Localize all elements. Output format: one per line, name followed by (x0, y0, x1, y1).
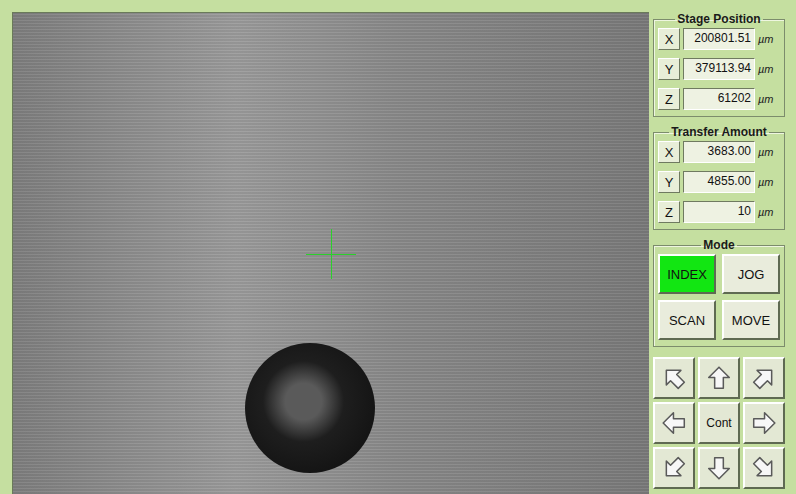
axis-row: Z 61202 µm (658, 88, 780, 110)
axis-value-field[interactable]: 200801.51 (683, 28, 755, 50)
mode-button[interactable]: SCAN (658, 300, 716, 340)
axis-value-field[interactable]: 4855.00 (683, 171, 755, 193)
mode-button[interactable]: INDEX (658, 254, 716, 294)
axis-group: Transfer Amount X 3683.00 µmY 4855.00 µm… (653, 125, 785, 230)
continuous-button[interactable]: Cont (698, 402, 740, 444)
axis-row: Z 10 µm (658, 201, 780, 223)
mode-buttons: INDEXJOGSCANMOVE (658, 254, 780, 340)
jog-up-right-button[interactable] (743, 357, 785, 399)
group-title: Mode (701, 238, 736, 252)
mode-button[interactable]: MOVE (722, 300, 780, 340)
camera-view[interactable] (12, 12, 649, 494)
group-title: Transfer Amount (669, 125, 769, 139)
mode-group: Mode INDEXJOGSCANMOVE (653, 238, 785, 347)
unit-label: µm (758, 93, 780, 105)
axis-value-field[interactable]: 3683.00 (683, 141, 755, 163)
axis-value-field[interactable]: 61202 (683, 88, 755, 110)
unit-label: µm (758, 63, 780, 75)
axis-row: X 200801.51 µm (658, 28, 780, 50)
fiducial-hole (245, 343, 375, 473)
axis-value-field[interactable]: 10 (683, 201, 755, 223)
jog-right-button[interactable] (743, 402, 785, 444)
axis-row: Y 4855.00 µm (658, 171, 780, 193)
axis-label[interactable]: Z (658, 201, 680, 223)
arrow-up-icon (706, 365, 732, 391)
axis-row: Y 379113.94 µm (658, 58, 780, 80)
unit-label: µm (758, 206, 780, 218)
unit-label: µm (758, 176, 780, 188)
jog-pad: Cont (653, 357, 785, 489)
group-title: Stage Position (675, 12, 762, 26)
jog-left-button[interactable] (653, 402, 695, 444)
axis-value-field[interactable]: 379113.94 (683, 58, 755, 80)
axis-label[interactable]: Y (658, 58, 680, 80)
axis-label[interactable]: Y (658, 171, 680, 193)
jog-down-right-button[interactable] (743, 447, 785, 489)
axis-group: Stage Position X 200801.51 µmY 379113.94… (653, 12, 785, 117)
axis-label[interactable]: Z (658, 88, 680, 110)
arrow-down-right-icon (746, 450, 783, 487)
arrow-up-right-icon (746, 360, 783, 397)
jog-down-left-button[interactable] (653, 447, 695, 489)
crosshair-vertical (331, 229, 332, 279)
axis-label[interactable]: X (658, 28, 680, 50)
arrow-up-left-icon (656, 360, 693, 397)
mode-button[interactable]: JOG (722, 254, 780, 294)
arrow-down-icon (706, 455, 732, 481)
stage-control-window: Stage Position X 200801.51 µmY 379113.94… (0, 0, 796, 494)
unit-label: µm (758, 33, 780, 45)
arrow-left-icon (661, 410, 687, 436)
arrow-right-icon (751, 410, 777, 436)
unit-label: µm (758, 146, 780, 158)
axis-label[interactable]: X (658, 141, 680, 163)
arrow-down-left-icon (656, 450, 693, 487)
control-panel: Stage Position X 200801.51 µmY 379113.94… (653, 12, 785, 494)
axis-row: X 3683.00 µm (658, 141, 780, 163)
jog-up-left-button[interactable] (653, 357, 695, 399)
jog-up-button[interactable] (698, 357, 740, 399)
jog-down-button[interactable] (698, 447, 740, 489)
